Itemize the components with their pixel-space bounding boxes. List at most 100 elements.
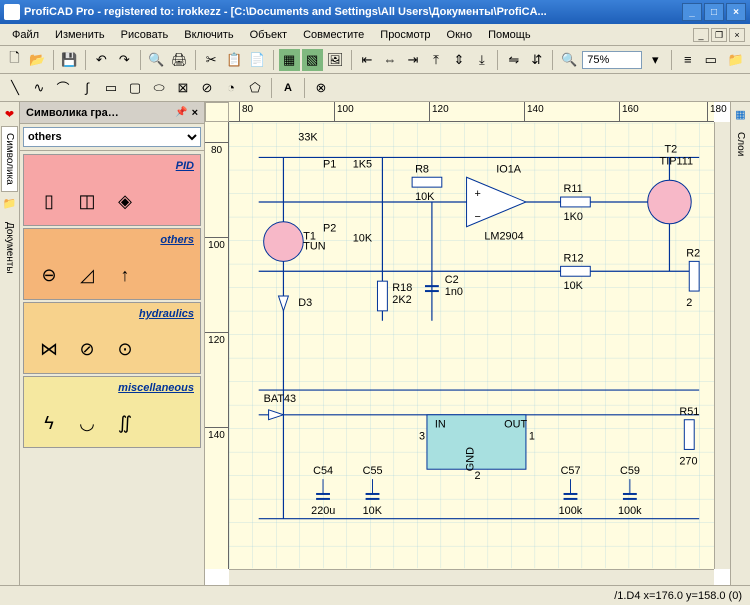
new-button[interactable]: 🗋 [4,49,25,71]
minimize-button[interactable]: _ [682,3,702,21]
open-button[interactable]: 📂 [27,49,48,71]
zoom-icon[interactable]: 🔍 [558,49,580,71]
align-left-button[interactable]: ⇤ [357,49,378,71]
symbol-icon[interactable]: ◈ [110,186,140,216]
align-right-button[interactable]: ⇥ [402,49,423,71]
maximize-button[interactable]: □ [704,3,724,21]
folder-icon[interactable]: 📁 [2,196,18,212]
category-pid[interactable]: PID ▯ ◫ ◈ [23,154,201,226]
scrollbar-horizontal[interactable] [229,569,714,585]
roundrect-tool[interactable]: ▢ [124,77,146,99]
symbol1-button[interactable]: ▦ [279,49,300,71]
menu-insert[interactable]: Включить [176,27,241,43]
zoom-input[interactable] [582,51,642,69]
menu-draw[interactable]: Рисовать [113,27,177,43]
mdi-restore-button[interactable]: ❐ [711,28,727,42]
menu-object[interactable]: Объект [242,27,295,43]
svg-text:1K0: 1K0 [564,211,583,223]
menu-help[interactable]: Помощь [480,27,539,43]
ruler-vertical[interactable]: 80100120140 [205,122,229,569]
svg-text:2: 2 [474,470,480,482]
close-button[interactable]: × [726,3,746,21]
svg-text:+: + [474,188,480,200]
symbol-icon[interactable]: ∬ [110,408,140,438]
ellipse-tool[interactable]: ⬭ [148,77,170,99]
menu-edit[interactable]: Изменить [47,27,113,43]
junction-tool[interactable]: ⊗ [310,77,332,99]
curve-tool[interactable]: ∫ [76,77,98,99]
symbol-icon[interactable]: ⊖ [34,260,64,290]
tab-symbols[interactable]: Символика [1,126,18,192]
svg-text:270: 270 [679,455,697,467]
flip-v-button[interactable]: ⇵ [526,49,547,71]
svg-text:IO1A: IO1A [496,163,522,175]
svg-text:1n0: 1n0 [445,286,463,298]
category-hydraulics[interactable]: hydraulics ⋈ ⊘ ⊙ [23,302,201,374]
redo-button[interactable]: ↷ [114,49,135,71]
svg-text:33K: 33K [298,132,318,144]
mdi-minimize-button[interactable]: _ [693,28,709,42]
mdi-close-button[interactable]: × [729,28,745,42]
tab-documents[interactable]: Документы [2,216,17,280]
polyline-tool[interactable]: ∿ [28,77,50,99]
category-misc[interactable]: miscellaneous ϟ ◡ ∬ [23,376,201,448]
circle-slash-tool[interactable]: ⊘ [196,77,218,99]
layers-icon[interactable]: ▦ [733,106,749,122]
right-tab-strip: ▦ Слои [730,102,750,585]
symbol-icon[interactable]: ◡ [72,408,102,438]
align-middle-button[interactable]: ⇕ [448,49,469,71]
image-button[interactable]: 🖼 [325,49,346,71]
pin-icon[interactable]: 📌 [175,107,187,118]
scrollbar-vertical[interactable] [714,122,730,569]
pie-tool[interactable]: ◔ [220,77,242,99]
folder-button[interactable]: 📁 [725,49,746,71]
svg-text:BAT43: BAT43 [264,393,296,405]
symbol-icon[interactable]: ◫ [72,186,102,216]
symbol-icon[interactable]: ▯ [34,186,64,216]
print-preview-button[interactable]: 🔍 [146,49,167,71]
menu-file[interactable]: Файл [4,27,47,43]
paste-button[interactable]: 📄 [247,49,268,71]
ruler-horizontal[interactable]: 80100120140160180 [229,102,714,122]
copy-button[interactable]: 📋 [224,49,245,71]
drawing-canvas[interactable]: T1 TUN T2 TIP111 + − IO1A LM2904 R8 10K … [229,122,714,569]
layers-button[interactable]: ≡ [677,49,698,71]
sidebar-close-button[interactable]: × [192,107,198,119]
symbol-icon[interactable]: ϟ [34,408,64,438]
symbol-icon[interactable]: ◿ [72,260,102,290]
svg-text:P2: P2 [323,223,336,235]
symbol-icon[interactable]: ⊙ [110,334,140,364]
align-bottom-button[interactable]: ⤓ [471,49,492,71]
polygon-tool[interactable]: ⬠ [244,77,266,99]
heart-icon[interactable]: ❤ [2,106,18,122]
flip-h-button[interactable]: ⇋ [503,49,524,71]
crossed-tool[interactable]: ⊠ [172,77,194,99]
zoom-dropdown-button[interactable]: ▾ [644,49,666,71]
sidebar: Символика гра… 📌 × others PID ▯ ◫ ◈ othe… [20,102,205,585]
window-title: ProfiCAD Pro - registered to: irokkezz -… [24,6,682,18]
undo-button[interactable]: ↶ [91,49,112,71]
rect-tool[interactable]: ▭ [100,77,122,99]
symbol2-button[interactable]: ▧ [302,49,323,71]
menubar: Файл Изменить Рисовать Включить Объект С… [0,24,750,46]
symbol-icon[interactable]: ↑ [110,260,140,290]
symbol-icon[interactable]: ⊘ [72,334,102,364]
category-others[interactable]: others ⊖ ◿ ↑ [23,228,201,300]
menu-view[interactable]: Просмотр [372,27,438,43]
align-top-button[interactable]: ⤒ [425,49,446,71]
category-select[interactable]: others [23,127,201,147]
cut-button[interactable]: ✂ [201,49,222,71]
category-label: miscellaneous [24,377,200,399]
line-tool[interactable]: ╲ [4,77,26,99]
text-tool[interactable]: A [277,77,299,99]
sidebar-body: PID ▯ ◫ ◈ others ⊖ ◿ ↑ hydraulics ⋈ [20,151,204,585]
align-center-button[interactable]: ⇔ [380,49,401,71]
tab-layers[interactable]: Слои [733,126,748,162]
save-button[interactable]: 💾 [59,49,80,71]
canvas-button[interactable]: ▭ [700,49,721,71]
symbol-icon[interactable]: ⋈ [34,334,64,364]
print-button[interactable]: 🖨 [169,49,190,71]
menu-align[interactable]: Совместите [295,27,372,43]
arc-tool[interactable]: ⌒ [52,77,74,99]
menu-window[interactable]: Окно [439,27,481,43]
